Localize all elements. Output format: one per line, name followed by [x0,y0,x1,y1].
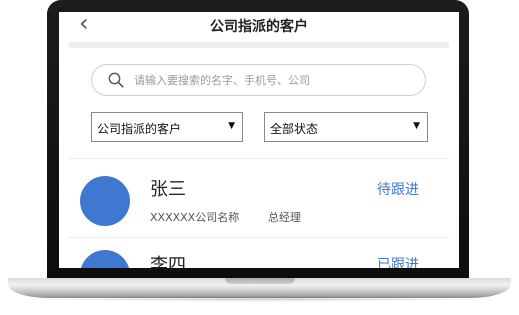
customer-row[interactable]: 李四 已跟进 [69,238,449,268]
top-bar: ‹ 公司指派的客户 [59,12,459,40]
assignment-filter-select[interactable]: 公司指派的客户 ▼ [91,112,243,142]
customer-row[interactable]: 张三 XXXXXX公司名称 总经理 待跟进 [69,159,449,237]
customer-company: XXXXXX公司名称 [150,211,240,224]
search-box[interactable] [91,64,426,96]
chevron-down-icon: ▼ [413,121,420,131]
customer-role: 总经理 [268,211,301,224]
header-divider [69,42,449,48]
avatar [80,250,130,268]
status-filter-select[interactable]: 全部状态 ▼ [264,112,428,142]
status-filter-value: 全部状态 [270,122,319,136]
customer-name: 李四 [150,255,186,268]
laptop-notch [225,278,295,284]
search-icon [108,72,124,88]
page-title: 公司指派的客户 [210,19,308,35]
search-input[interactable] [134,71,414,89]
status-badge[interactable]: 已跟进 [377,254,419,268]
customer-name: 张三 [150,179,186,200]
avatar [80,176,130,226]
status-badge[interactable]: 待跟进 [377,179,419,199]
app-screen: ‹ 公司指派的客户 公司指派的客户 ▼ 全部状态 ▼ 张三 XXXXXX公司名称… [59,12,459,268]
chevron-down-icon: ▼ [228,121,235,131]
laptop-shadow [20,296,500,302]
assignment-filter-value: 公司指派的客户 [97,122,182,136]
